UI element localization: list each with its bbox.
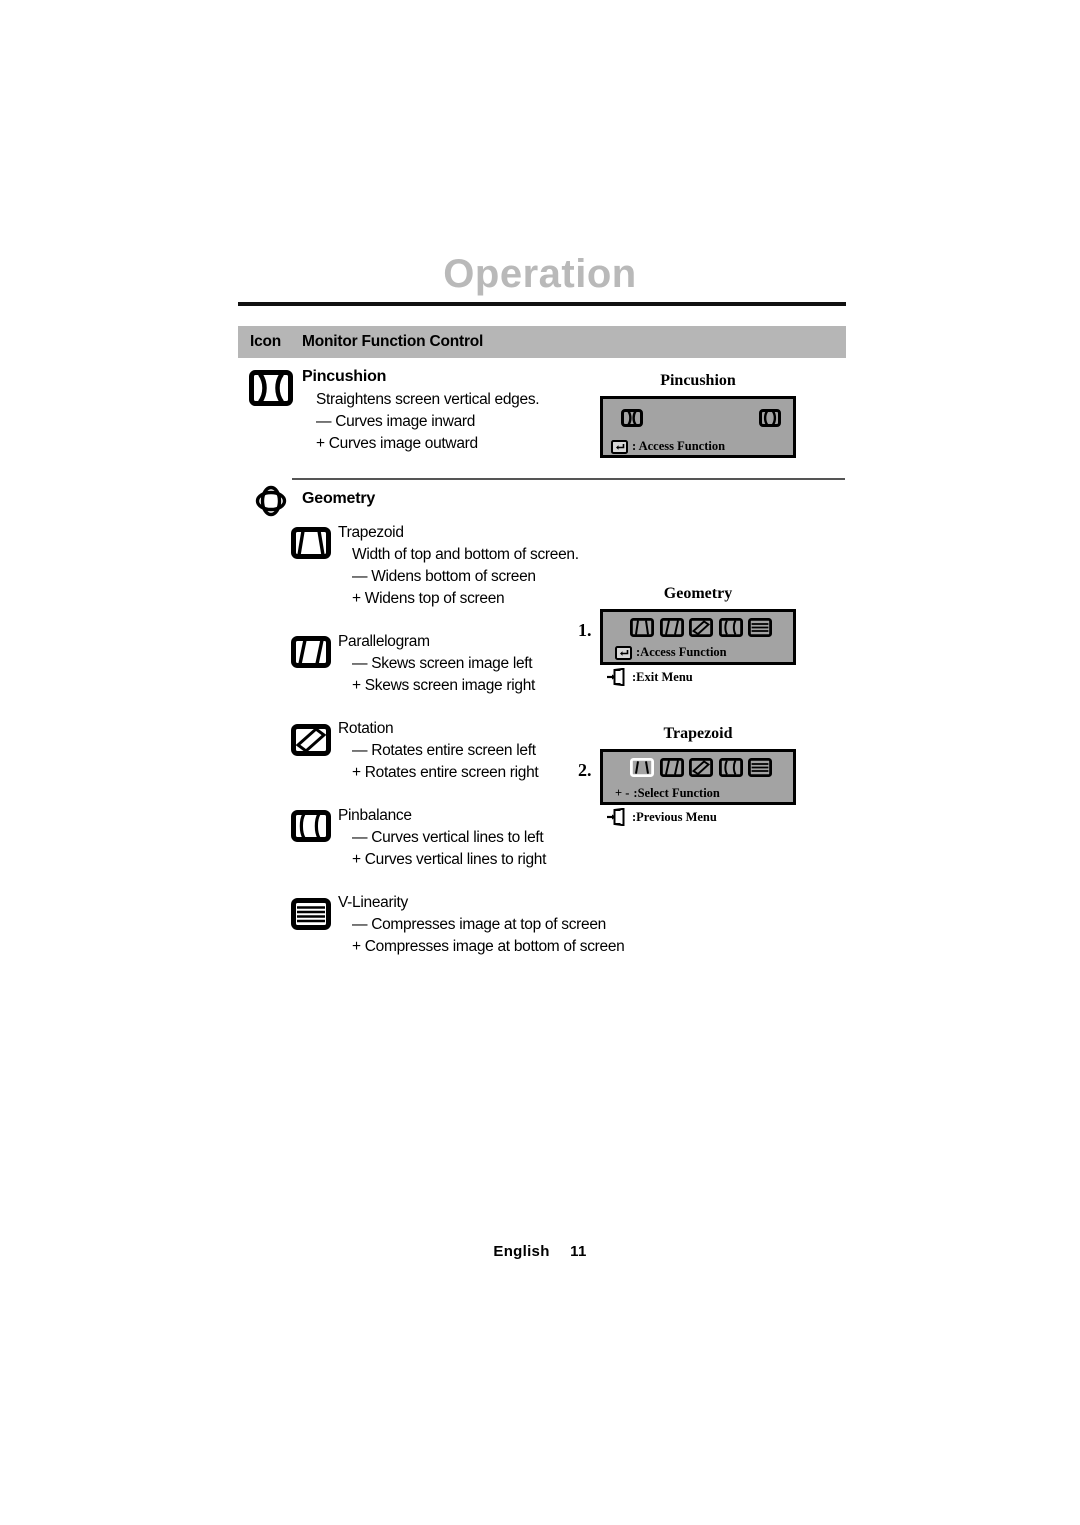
page-footer: English 11 [0, 1243, 1080, 1260]
manual-page: Operation Icon Monitor Function Control … [0, 0, 1080, 1525]
pincushion-icon [249, 370, 293, 406]
column-header-function: Monitor Function Control [302, 333, 484, 350]
geometry-title: Geometry [302, 490, 376, 507]
pinbalance-title: Pinbalance [338, 807, 412, 824]
osd-v-linearity-icon[interactable] [748, 758, 772, 777]
v-linearity-title: V-Linearity [338, 894, 408, 911]
geometry-osd-hint-access: :Access Function [615, 645, 727, 660]
table-header-bar: Icon Monitor Function Control [238, 326, 846, 358]
parallelogram-plus: + Skews screen image right [352, 677, 536, 694]
pinbalance-icon [291, 810, 331, 842]
osd-parallelogram-icon[interactable] [659, 758, 684, 777]
footer-page-number: 11 [570, 1243, 587, 1260]
rotation-plus: + Rotates entire screen right [352, 764, 539, 781]
rotation-minus: — Rotates entire screen left [352, 742, 536, 759]
trapezoid-osd-caption: Trapezoid [663, 725, 733, 742]
osd-rotation-icon[interactable] [689, 618, 713, 637]
osd-rotation-icon[interactable] [689, 758, 713, 777]
rotation-title: Rotation [338, 720, 394, 737]
footer-language: English [493, 1243, 550, 1260]
v-linearity-minus: — Compresses image at top of screen [352, 916, 606, 933]
geometry-osd-hint-exit-text: :Exit Menu [632, 669, 693, 684]
trapezoid-osd-icon-row [630, 758, 772, 777]
trapezoid-osd-hint-prev: :Previous Menu [606, 808, 717, 826]
pincushion-osd: Pincushion: Access Function [600, 372, 796, 467]
geometry-osd-hint-access-text: :Access Function [636, 645, 727, 659]
trapezoid-icon [291, 527, 331, 559]
v-linearity-plus: + Compresses image at bottom of screen [352, 938, 625, 955]
osd-trapezoid-icon[interactable] [630, 618, 654, 637]
enter-key-icon [615, 645, 632, 660]
pincushion-osd-hint: : Access Function [611, 439, 725, 454]
osd-pinbalance-icon[interactable] [718, 758, 743, 777]
rotation-icon [291, 724, 331, 756]
trapezoid-description: Width of top and bottom of screen. [352, 546, 579, 563]
geometry-osd: Geometry:Access Function:Exit Menu [600, 585, 796, 686]
plus-minus-icon: + - [615, 786, 630, 800]
pincushion-osd-hint-text: : Access Function [632, 439, 726, 453]
exit-door-icon [607, 808, 625, 826]
parallelogram-icon [291, 636, 331, 668]
osd-v-linearity-icon[interactable] [748, 618, 772, 637]
v-linearity-icon [291, 898, 331, 930]
pincushion-minus: — Curves image inward [316, 413, 476, 430]
parallelogram-minus: — Skews screen image left [352, 655, 533, 672]
geometry-icon [255, 485, 287, 517]
column-header-icon: Icon [250, 333, 282, 350]
enter-key-icon [611, 439, 628, 454]
trapezoid-osd-box: + - :Select Function [600, 749, 796, 805]
trapezoid-plus: + Widens top of screen [352, 590, 505, 607]
pincushion-plus: + Curves image outward [316, 435, 478, 452]
pincushion-osd-icon-row [621, 409, 781, 427]
pincushion-out-icon[interactable] [759, 409, 781, 427]
osd-trapezoid-icon-selected[interactable] [630, 758, 654, 777]
section-divider [292, 478, 845, 480]
trapezoid-osd: Trapezoid + -:Select Function:Previous… [600, 725, 796, 826]
geometry-osd-step: 1. [578, 620, 592, 640]
pincushion-title: Pincushion [302, 368, 387, 385]
trapezoid-osd-step: 2. [578, 760, 592, 780]
trapezoid-osd-hint-prev-text: :Previous Menu [632, 809, 717, 824]
pincushion-osd-caption: Pincushion [660, 372, 736, 389]
exit-door-icon [607, 668, 625, 686]
trapezoid-title: Trapezoid [338, 524, 404, 541]
pinbalance-minus: — Curves vertical lines to left [352, 829, 544, 846]
osd-pinbalance-icon[interactable] [718, 618, 743, 637]
trapezoid-minus: — Widens bottom of screen [352, 568, 536, 585]
geometry-osd-icon-row [630, 618, 772, 637]
geometry-osd-box: :Access Function [600, 609, 796, 665]
pincushion-in-icon[interactable] [621, 409, 643, 427]
trapezoid-osd-hint-select: + - :Select Function [615, 786, 720, 801]
pincushion-osd-box: : Access Function [600, 396, 796, 458]
pinbalance-plus: + Curves vertical lines to right [352, 851, 547, 868]
geometry-osd-hint-exit: :Exit Menu [606, 668, 693, 686]
trapezoid-osd-hint-select-text: :Select Function [633, 786, 720, 800]
pincushion-description: Straightens screen vertical edges. [316, 391, 540, 408]
parallelogram-title: Parallelogram [338, 633, 430, 650]
geometry-osd-caption: Geometry [663, 585, 733, 602]
osd-parallelogram-icon[interactable] [659, 618, 684, 637]
page-title: Operation [443, 252, 637, 296]
title-divider [238, 302, 846, 306]
